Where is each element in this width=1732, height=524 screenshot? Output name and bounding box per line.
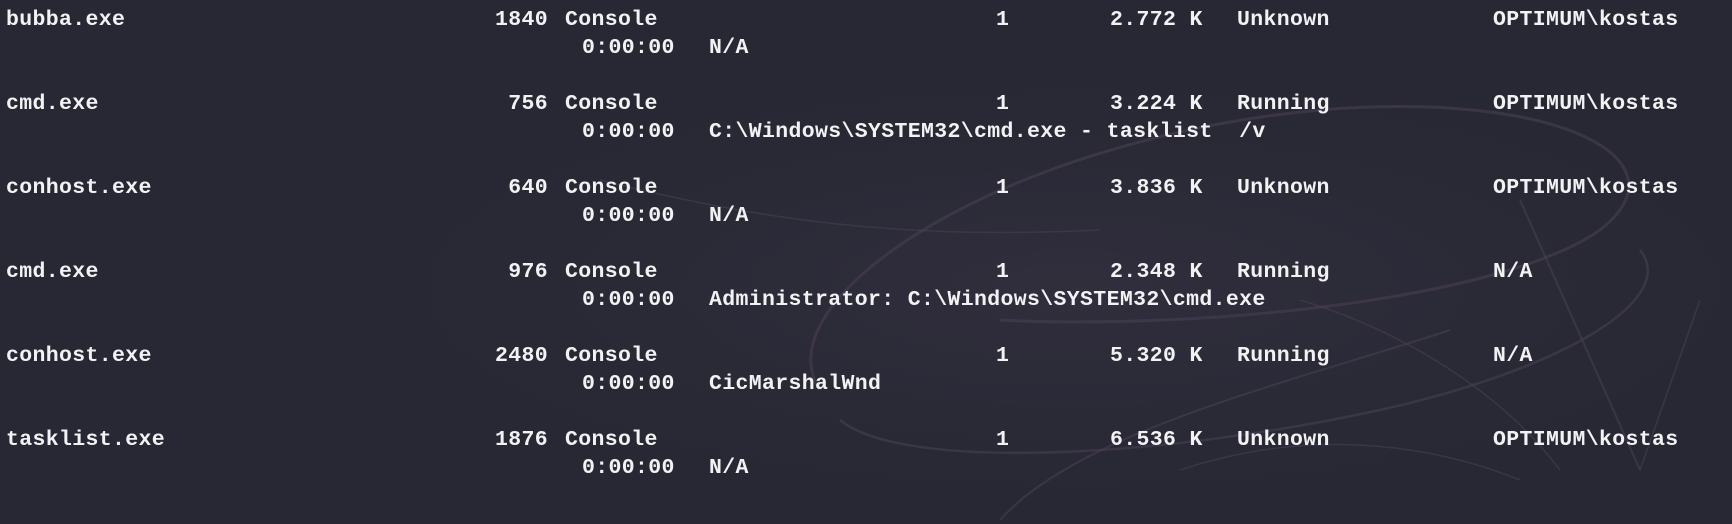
mem-usage: 2.772 K — [1110, 8, 1203, 32]
pid: 1876 — [494, 428, 548, 452]
status: Unknown — [1237, 176, 1330, 200]
status: Running — [1237, 344, 1330, 368]
window-title: Administrator: C:\Windows\SYSTEM32\cmd.e… — [709, 288, 1266, 312]
pid: 1840 — [494, 8, 548, 32]
status: Running — [1237, 260, 1330, 284]
pid: 756 — [508, 92, 548, 116]
session-name: Console — [565, 8, 658, 32]
user-name: OPTIMUM\kostas — [1493, 176, 1679, 200]
window-title: CicMarshalWnd — [709, 372, 882, 396]
cpu-time: 0:00:00 — [582, 36, 675, 60]
session-number: 1 — [996, 92, 1010, 116]
session-name: Console — [565, 176, 658, 200]
session-name: Console — [565, 92, 658, 116]
mem-usage: 2.348 K — [1110, 260, 1203, 284]
status: Unknown — [1237, 428, 1330, 452]
image-name: conhost.exe — [6, 176, 152, 200]
session-number: 1 — [996, 176, 1010, 200]
session-name: Console — [565, 260, 658, 284]
mem-usage: 6.536 K — [1110, 428, 1203, 452]
session-name: Console — [565, 428, 658, 452]
image-name: conhost.exe — [6, 344, 152, 368]
window-title: N/A — [709, 36, 749, 60]
session-number: 1 — [996, 344, 1010, 368]
process-row: conhost.exe 2480 Console 1 5.320 K Runni… — [0, 336, 1732, 420]
process-row: tasklist.exe 1876 Console 1 6.536 K Unkn… — [0, 420, 1732, 504]
user-name: N/A — [1493, 260, 1533, 284]
cpu-time: 0:00:00 — [582, 288, 675, 312]
mem-usage: 3.836 K — [1110, 176, 1203, 200]
process-row: cmd.exe 756 Console 1 3.224 K Running OP… — [0, 84, 1732, 168]
window-title: C:\Windows\SYSTEM32\cmd.exe - tasklist /… — [709, 120, 1266, 144]
window-title: N/A — [709, 204, 749, 228]
cpu-time: 0:00:00 — [582, 456, 675, 480]
console-output: bubba.exe 1840 Console 1 2.772 K Unknown… — [0, 0, 1732, 524]
user-name: N/A — [1493, 344, 1533, 368]
cpu-time: 0:00:00 — [582, 204, 675, 228]
pid: 640 — [508, 176, 548, 200]
cpu-time: 0:00:00 — [582, 372, 675, 396]
session-number: 1 — [996, 8, 1010, 32]
user-name: OPTIMUM\kostas — [1493, 428, 1679, 452]
pid: 2480 — [494, 344, 548, 368]
image-name: cmd.exe — [6, 92, 99, 116]
mem-usage: 3.224 K — [1110, 92, 1203, 116]
session-number: 1 — [996, 260, 1010, 284]
image-name: bubba.exe — [6, 8, 126, 32]
pid: 976 — [508, 260, 548, 284]
session-number: 1 — [996, 428, 1010, 452]
user-name: OPTIMUM\kostas — [1493, 92, 1679, 116]
image-name: cmd.exe — [6, 260, 99, 284]
window-title: N/A — [709, 456, 749, 480]
user-name: OPTIMUM\kostas — [1493, 8, 1679, 32]
process-row: conhost.exe 640 Console 1 3.836 K Unknow… — [0, 168, 1732, 252]
process-row: bubba.exe 1840 Console 1 2.772 K Unknown… — [0, 0, 1732, 84]
image-name: tasklist.exe — [6, 428, 166, 452]
status: Running — [1237, 92, 1330, 116]
mem-usage: 5.320 K — [1110, 344, 1203, 368]
process-row: cmd.exe 976 Console 1 2.348 K Running N/… — [0, 252, 1732, 336]
session-name: Console — [565, 344, 658, 368]
status: Unknown — [1237, 8, 1330, 32]
cpu-time: 0:00:00 — [582, 120, 675, 144]
